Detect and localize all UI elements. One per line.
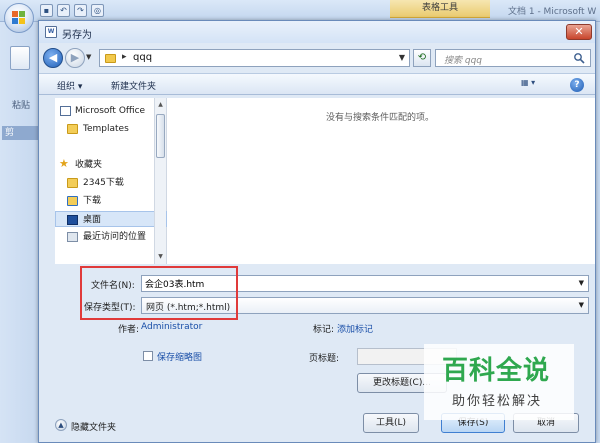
recent-places-icon <box>67 232 78 242</box>
tags-label: 标记: <box>313 325 335 335</box>
clipboard-group-label: 剪 <box>2 126 42 140</box>
chevron-up-icon: ▲ <box>55 419 67 431</box>
navigation-bar: ◀ ▶ ▼ ▸ qqq ▼ ⟲ 搜索 qqq <box>39 45 595 71</box>
document-title: 文档 1 - Microsoft W <box>508 7 597 17</box>
dialog-title-bar[interactable]: W 另存为 ✕ <box>39 21 595 43</box>
paste-icon[interactable] <box>10 46 30 70</box>
office-button[interactable] <box>4 3 34 33</box>
hide-folders-label: 隐藏文件夹 <box>71 423 117 433</box>
print-preview-icon[interactable]: ◎ <box>91 4 104 17</box>
organize-menu[interactable]: 组织 ▾ <box>57 79 82 92</box>
save-icon[interactable]: ▪ <box>40 4 53 17</box>
add-tags-link[interactable]: 添加标记 <box>337 322 373 335</box>
scroll-thumb[interactable] <box>156 114 165 158</box>
navigation-pane: Microsoft Office Templates ★ 收藏夹 2345下载 … <box>55 98 167 264</box>
scroll-up-icon[interactable]: ▲ <box>156 101 165 108</box>
ribbon-left-edge: 粘贴 剪 <box>0 22 42 443</box>
search-icon[interactable] <box>573 52 585 64</box>
back-button[interactable]: ◀ <box>43 48 63 68</box>
office-logo-icon <box>12 11 26 25</box>
thumbnail-checkbox[interactable] <box>143 351 153 361</box>
nav-pane-scrollbar[interactable]: ▲ ▼ <box>154 98 166 264</box>
page-title-label: 页标题: <box>309 354 340 364</box>
search-placeholder: 搜索 qqq <box>444 56 482 66</box>
address-dropdown-icon[interactable]: ▼ <box>399 53 405 62</box>
nav-item-templates[interactable]: Templates <box>55 121 167 137</box>
dialog-title: 另存为 <box>62 30 92 41</box>
filename-dropdown-icon[interactable]: ▼ <box>579 279 584 287</box>
nav-item-2345-downloads[interactable]: 2345下载 <box>55 175 167 191</box>
undo-icon[interactable]: ↶ <box>57 4 70 17</box>
highlight-box <box>80 266 238 320</box>
word-doc-icon: W <box>45 26 57 38</box>
redo-icon[interactable]: ↷ <box>74 4 87 17</box>
paste-label: 粘贴 <box>12 101 31 111</box>
view-options-button[interactable]: ▦ ▾ <box>521 78 543 92</box>
folder-icon <box>67 124 78 134</box>
author-label: 作者: <box>118 325 140 335</box>
folder-icon <box>105 54 116 63</box>
breadcrumb-path[interactable]: qqq <box>133 52 152 63</box>
address-bar[interactable]: ▸ qqq ▼ <box>99 49 410 67</box>
quick-access-toolbar: ▪ ↶ ↷ ◎ <box>40 4 104 17</box>
desktop-icon <box>67 215 78 225</box>
star-icon: ★ <box>59 157 69 170</box>
word-icon <box>60 106 71 116</box>
refresh-button[interactable]: ⟲ <box>413 49 431 67</box>
breadcrumb-separator[interactable]: ▸ <box>122 52 127 62</box>
scroll-down-icon[interactable]: ▼ <box>156 253 165 260</box>
empty-results-message: 没有与搜索条件匹配的项。 <box>326 113 435 123</box>
search-input[interactable]: 搜索 qqq <box>435 49 591 67</box>
filetype-dropdown-icon[interactable]: ▼ <box>579 301 584 309</box>
table-tools-tab[interactable]: 表格工具 <box>390 0 490 18</box>
nav-item-microsoft-office[interactable]: Microsoft Office <box>55 103 167 119</box>
nav-item-desktop[interactable]: 桌面 <box>55 211 167 227</box>
thumbnail-label[interactable]: 保存缩略图 <box>157 350 202 363</box>
download-folder-icon <box>67 196 78 206</box>
close-button[interactable]: ✕ <box>566 24 592 40</box>
nav-item-favorites[interactable]: ★ 收藏夹 <box>55 157 167 173</box>
new-folder-button[interactable]: 新建文件夹 <box>111 79 156 92</box>
tools-button[interactable]: 工具(L) <box>363 413 419 433</box>
forward-button[interactable]: ▶ <box>65 48 85 68</box>
nav-item-recent-places[interactable]: 最近访问的位置 <box>55 229 167 245</box>
watermark-logo-text: 百科全说 <box>442 356 551 386</box>
nav-item-downloads[interactable]: 下载 <box>55 193 167 209</box>
word-title-bar: ▪ ↶ ↷ ◎ 表格工具 文档 1 - Microsoft W <box>0 0 600 22</box>
history-dropdown-icon[interactable]: ▼ <box>86 53 91 61</box>
watermark: 百科全说 助你轻松解决 <box>424 344 574 420</box>
author-value[interactable]: Administrator <box>141 322 202 332</box>
help-icon[interactable]: ? <box>570 78 584 92</box>
command-toolbar: 组织 ▾ 新建文件夹 ▦ ▾ ? <box>39 73 595 95</box>
folder-icon <box>67 178 78 188</box>
watermark-slogan: 助你轻松解决 <box>452 394 543 409</box>
